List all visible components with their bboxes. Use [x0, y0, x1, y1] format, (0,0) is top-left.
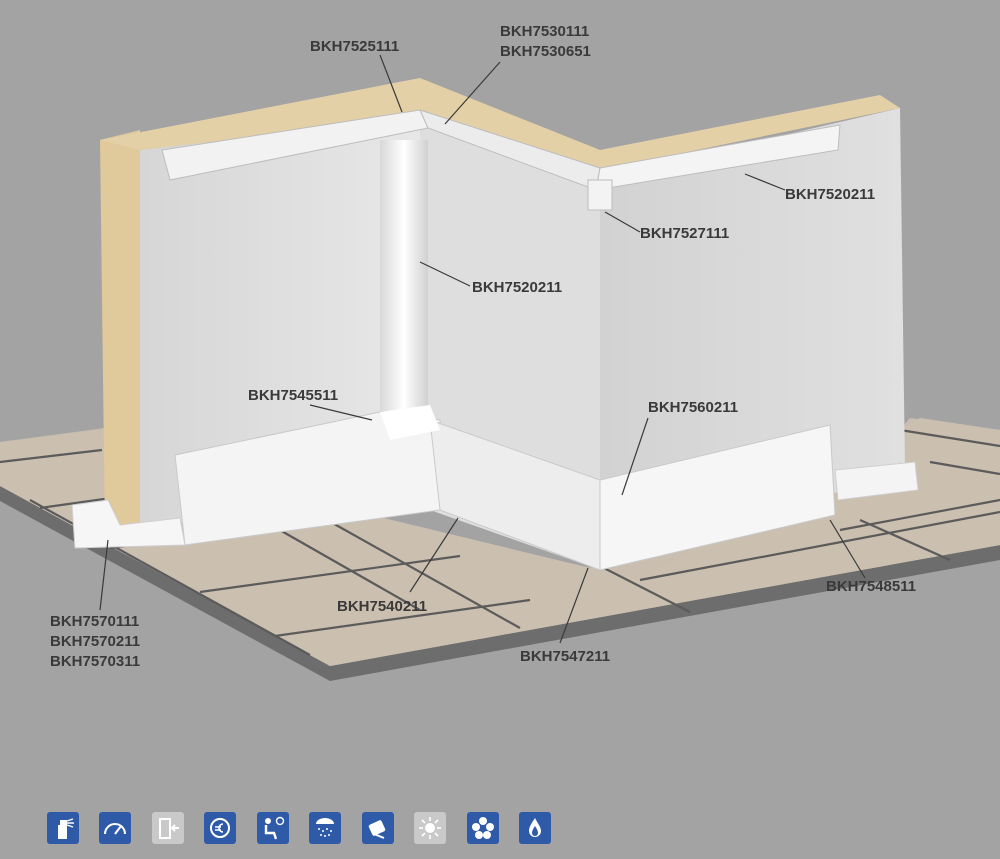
label-right-coving: BKH7520211 [785, 185, 875, 205]
part-code: BKH7540211 [337, 598, 428, 615]
part-code: BKH7570111 [50, 613, 140, 630]
part-code: BKH7570311 [50, 653, 141, 670]
part-code: BKH7530651 [500, 43, 591, 60]
person-seat-icon [257, 812, 289, 844]
label-floor-inner: BKH7540211 [337, 597, 427, 617]
hand-wipe-icon [362, 812, 394, 844]
part-code: BKH7527111 [640, 225, 730, 242]
label-right-skirting-end: BKH7548511 [826, 577, 916, 597]
spray-cleaning-icon [47, 812, 79, 844]
corner-piece [587, 179, 613, 211]
shower-icon [309, 812, 341, 844]
part-code: BKH7520211 [472, 279, 563, 296]
label-skirting-corner: BKH7545511 [248, 386, 338, 406]
label-top-left: BKH7525111 [310, 37, 399, 57]
part-code: BKH7525111 [310, 38, 400, 55]
part-code: BKH7548511 [826, 578, 917, 595]
euro-icon [204, 812, 236, 844]
insulation-left-edge [100, 130, 140, 535]
part-code: BKH7547211 [520, 648, 611, 665]
part-code: BKH7530111 [500, 23, 590, 40]
label-bottom-left: BKH7570111 BKH7570211 BKH7570311 [50, 612, 140, 672]
label-vertical-profile: BKH7520211 [472, 278, 562, 298]
part-code: BKH7520211 [785, 186, 876, 203]
label-floor-corner: BKH7547211 [520, 647, 610, 667]
gauge-icon [99, 812, 131, 844]
flame-icon [519, 812, 551, 844]
door-entry-icon [152, 812, 184, 844]
wall-corner-illustration [0, 54, 1000, 681]
part-code: BKH7570211 [50, 633, 141, 650]
label-end-cap: BKH7560211 [648, 398, 738, 418]
label-corner-piece: BKH7527111 [640, 224, 729, 244]
label-top-middle: BKH7530111 BKH7530651 [500, 22, 591, 62]
vertical-profile [380, 140, 428, 430]
part-code: BKH7560211 [648, 399, 739, 416]
product-diagram: BKH7525111 BKH7530111 BKH7530651 BKH7520… [0, 0, 1000, 859]
sun-burst-icon [414, 812, 446, 844]
flower-gear-icon [467, 812, 499, 844]
part-code: BKH7545511 [248, 387, 339, 404]
